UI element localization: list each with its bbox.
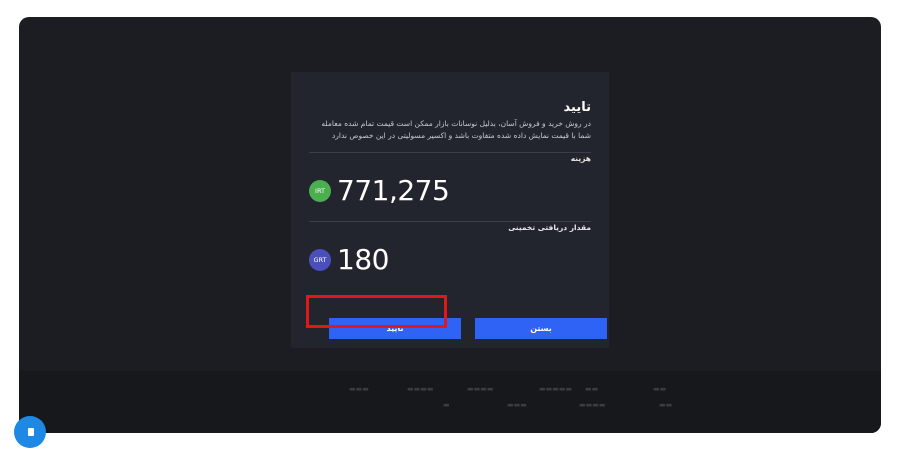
estimated-receive-label: مقدار دریافتی تخمینی: [508, 223, 591, 232]
cost-amount: 771,275: [337, 174, 450, 207]
footer-link: ▬▬▬▬: [579, 401, 606, 409]
footer-link: ▬▬▬: [507, 401, 527, 409]
cost-label: هزینه: [570, 154, 591, 163]
dialog-title: تایید: [563, 100, 591, 115]
footer-link: ▬▬▬▬: [467, 385, 494, 393]
footer-link: ▬▬: [659, 401, 673, 409]
irt-coin-icon: IRT: [309, 179, 331, 202]
divider: [309, 152, 591, 153]
footer-link: ▬▬: [653, 385, 667, 393]
footer-link: ▬▬: [585, 385, 599, 393]
app-frame: ▬▬▬ ▬▬▬▬ ▬▬▬▬ ▬▬▬▬▬ ▬▬ ▬▬ ▬ ▬▬▬ ▬▬▬▬ ▬▬ …: [19, 17, 881, 433]
footer: ▬▬▬ ▬▬▬▬ ▬▬▬▬ ▬▬▬▬▬ ▬▬ ▬▬ ▬ ▬▬▬ ▬▬▬▬ ▬▬: [19, 371, 881, 433]
cost-amount-row: IRT 771,275: [309, 174, 450, 207]
footer-link: ▬▬▬: [349, 385, 369, 393]
close-button[interactable]: بستن: [475, 318, 607, 339]
footer-link: ▬▬▬▬: [407, 385, 434, 393]
footer-link: ▬: [443, 401, 450, 409]
dialog-description: در روش خرید و فروش آسان، بدلیل نوسانات ب…: [321, 119, 591, 140]
confirm-button-highlight: [306, 295, 447, 328]
receive-amount: 180: [337, 243, 389, 276]
receive-amount-row: GRT 180: [309, 243, 389, 276]
divider: [309, 221, 591, 222]
footer-link: ▬▬▬▬▬: [539, 385, 573, 393]
chat-support-icon[interactable]: [14, 416, 46, 448]
grt-coin-icon: GRT: [309, 248, 331, 271]
